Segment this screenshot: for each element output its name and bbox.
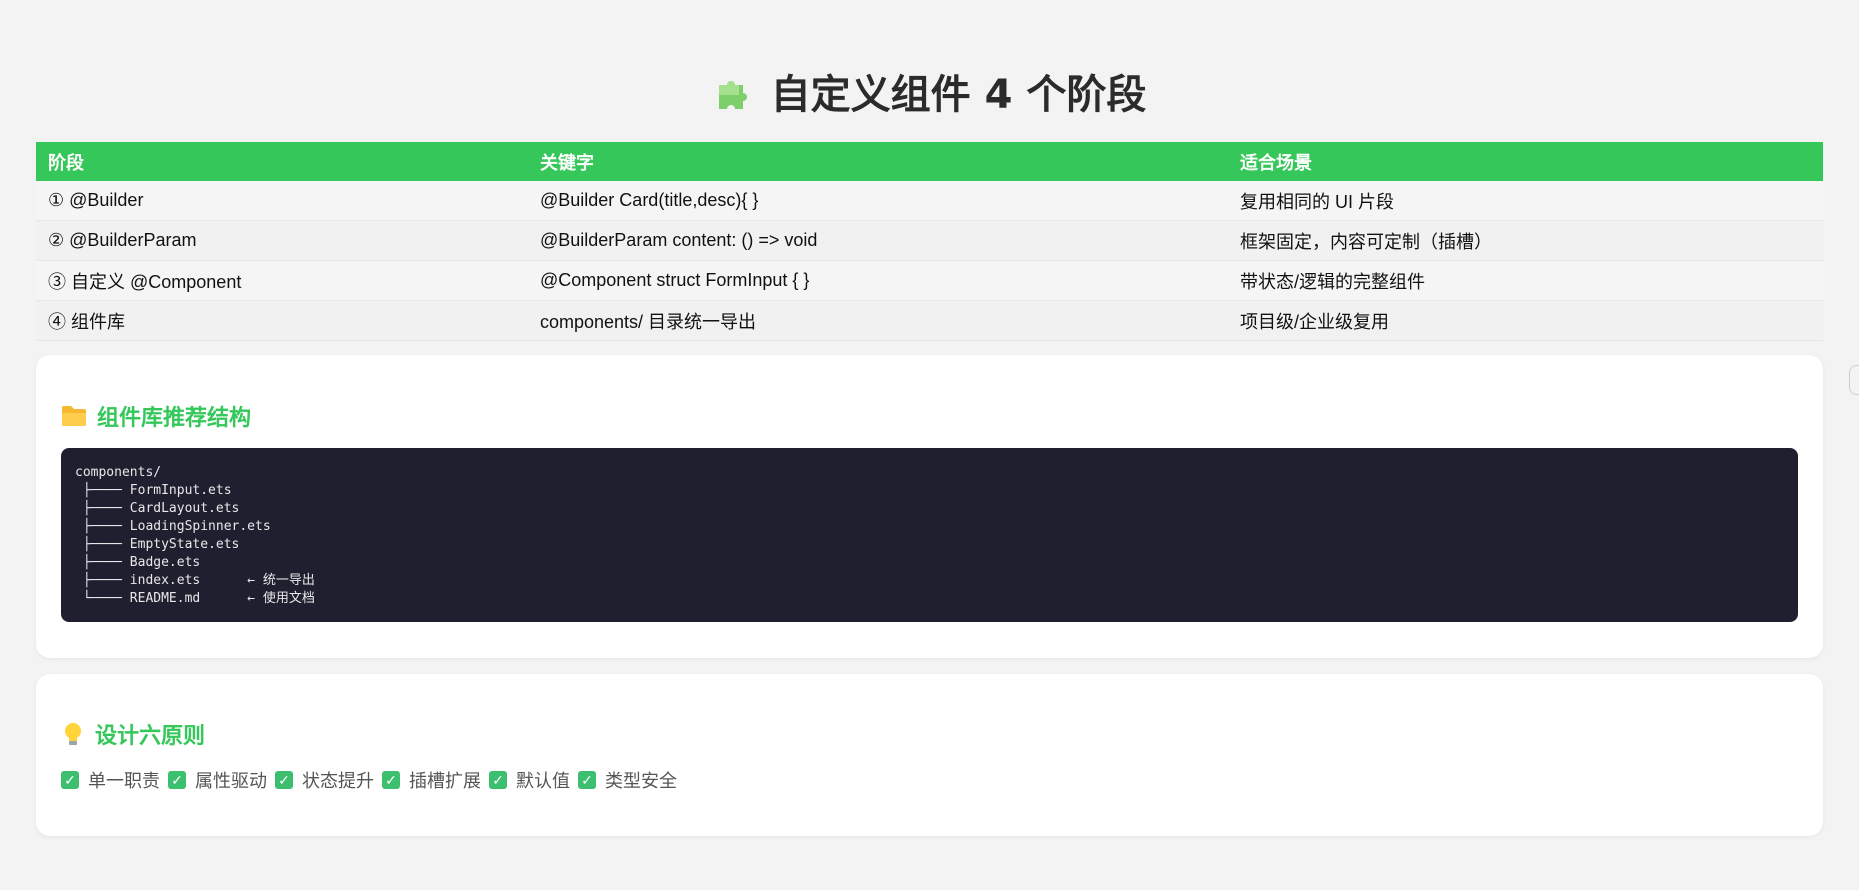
principles-heading-text: 设计六原则 <box>95 724 206 749</box>
keyword-cell: @BuilderParam content: () => void <box>528 220 1228 261</box>
principle-label: 插槽扩展 <box>409 771 481 791</box>
stages-table: 阶段 关键字 适合场景 ① @Builder @Builder Card(tit… <box>36 142 1823 341</box>
scene-cell: 框架固定，内容可定制（插槽） <box>1228 220 1823 261</box>
principle-label: 单一职责 <box>88 771 160 791</box>
stage-cell: ④ 组件库 <box>36 300 528 341</box>
list-item: ✓ 状态提升 <box>275 767 374 793</box>
scene-cell: 带状态/逻辑的完整组件 <box>1228 260 1823 301</box>
keyword-cell: components/ 目录统一导出 <box>528 300 1228 341</box>
page-title-text: 自定义组件 4 个阶段 <box>770 72 1147 118</box>
structure-heading: 组件库推荐结构 <box>61 401 1798 431</box>
code-block: components/ ├──── FormInput.ets ├──── Ca… <box>61 448 1798 622</box>
list-item: ✓ 插槽扩展 <box>382 767 481 793</box>
scene-cell: 项目级/企业级复用 <box>1228 300 1823 341</box>
keyword-cell: @Builder Card(title,desc){ } <box>528 181 1228 221</box>
title-row: 自定义组件 4 个阶段 <box>36 0 1823 142</box>
checkbox-icon: ✓ <box>61 771 79 789</box>
scroll-handle[interactable] <box>1849 365 1859 395</box>
principle-label: 默认值 <box>516 771 570 791</box>
header-scene: 适合场景 <box>1240 152 1312 173</box>
stage-cell: ① @Builder <box>36 181 528 221</box>
checkbox-icon: ✓ <box>168 771 186 789</box>
principle-label: 属性驱动 <box>195 771 267 791</box>
puzzle-icon <box>718 81 747 109</box>
principle-list: ✓ 单一职责 ✓ 属性驱动 ✓ 状态提升 ✓ 插槽扩展 ✓ 默认值 ✓ 类型安全 <box>61 767 1798 793</box>
principles-heading: 设计六原则 <box>61 719 1798 749</box>
checkbox-icon: ✓ <box>382 771 400 789</box>
header-keyword: 关键字 <box>540 152 594 173</box>
stage-cell: ③ 自定义 @Component <box>36 260 528 301</box>
table-row: ④ 组件库 components/ 目录统一导出 项目级/企业级复用 <box>36 300 1823 341</box>
table-row: ② @BuilderParam @BuilderParam content: (… <box>36 220 1823 261</box>
principles-card: 设计六原则 ✓ 单一职责 ✓ 属性驱动 ✓ 状态提升 ✓ 插槽扩展 ✓ 默认值 <box>36 674 1823 836</box>
table-row: ① @Builder @Builder Card(title,desc){ } … <box>36 181 1823 221</box>
header-stage: 阶段 <box>48 152 84 173</box>
keyword-cell: @Component struct FormInput { } <box>528 260 1228 301</box>
page-container: 自定义组件 4 个阶段 阶段 关键字 适合场景 ① @Builder @Buil… <box>36 0 1823 836</box>
table-row: ③ 自定义 @Component @Component struct FormI… <box>36 260 1823 301</box>
checkbox-icon: ✓ <box>489 771 507 789</box>
stage-cell: ② @BuilderParam <box>36 220 528 261</box>
lightbulb-icon <box>65 723 81 745</box>
checkbox-icon: ✓ <box>275 771 293 789</box>
page-title: 自定义组件 4 个阶段 <box>713 62 1147 120</box>
list-item: ✓ 单一职责 <box>61 767 160 793</box>
table-header-row: 阶段 关键字 适合场景 <box>36 142 1823 181</box>
list-item: ✓ 类型安全 <box>578 767 677 793</box>
principle-label: 状态提升 <box>302 771 374 791</box>
structure-card: 组件库推荐结构 components/ ├──── FormInput.ets … <box>36 355 1823 658</box>
folder-icon <box>62 406 86 426</box>
checkbox-icon: ✓ <box>578 771 596 789</box>
list-item: ✓ 属性驱动 <box>168 767 267 793</box>
scene-cell: 复用相同的 UI 片段 <box>1228 181 1823 221</box>
structure-heading-text: 组件库推荐结构 <box>97 406 252 431</box>
principle-label: 类型安全 <box>605 771 677 791</box>
list-item: ✓ 默认值 <box>489 767 570 793</box>
